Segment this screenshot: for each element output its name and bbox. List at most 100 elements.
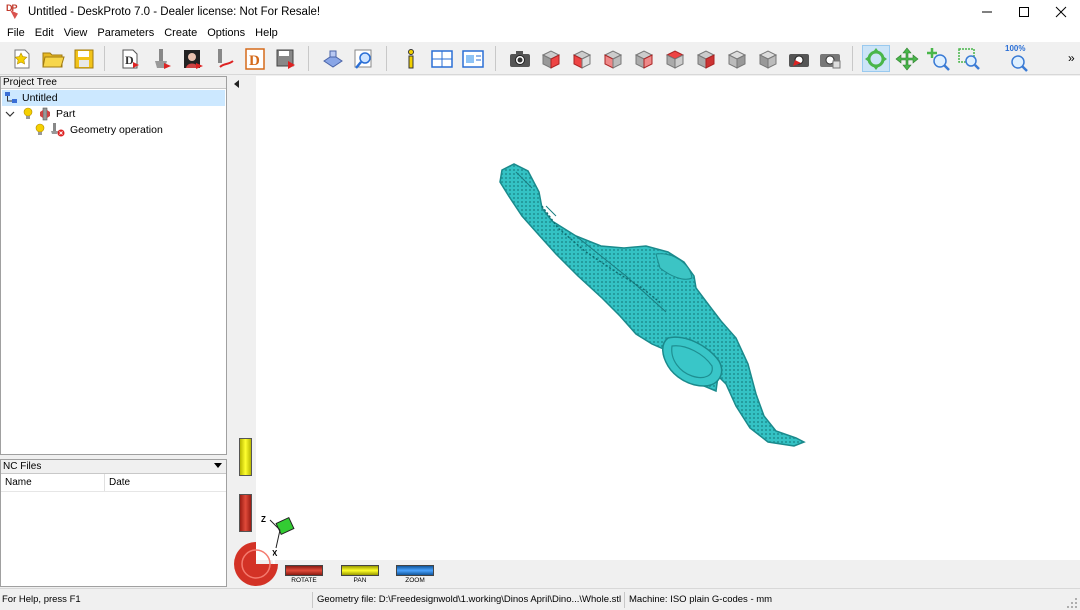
dxf-icon: D (245, 47, 265, 70)
maximize-button[interactable] (1005, 0, 1042, 24)
project-tree-icon (5, 92, 17, 103)
rotate-tool-button[interactable] (862, 45, 890, 72)
pan-slider[interactable] (239, 438, 252, 476)
rotate-tool-icon (865, 47, 887, 70)
view-top-button[interactable] (661, 45, 689, 72)
zoom-tool-icon (927, 47, 950, 71)
menu-create[interactable]: Create (159, 24, 202, 42)
dxf-button[interactable]: D (241, 45, 269, 72)
status-divider (624, 592, 625, 608)
column-header-date[interactable]: Date (105, 474, 130, 491)
collapse-chevron-icon[interactable] (5, 109, 15, 119)
tree-item-label: Part (56, 108, 76, 120)
toolbar-separator (852, 46, 853, 71)
lightbulb-icon[interactable] (35, 123, 45, 137)
view-right-button[interactable] (630, 45, 658, 72)
title-bar: DP Untitled - DeskProto 7.0 - Dealer lic… (0, 0, 1080, 24)
viewports-icon (462, 49, 484, 68)
tree-item-label: Untitled (22, 92, 58, 104)
toolbar-separator (495, 46, 496, 71)
maximize-icon (1018, 7, 1029, 17)
save-nc-button[interactable] (272, 45, 300, 72)
info-button[interactable] (397, 45, 425, 72)
tree-item-part[interactable]: Part (5, 106, 75, 122)
capture2-icon (820, 53, 841, 68)
snapshot-button[interactable] (506, 45, 534, 72)
resize-grip-icon[interactable] (1066, 597, 1078, 609)
zoom-100-label: 100% (1005, 44, 1026, 53)
preview-button[interactable] (350, 45, 378, 72)
close-icon (1055, 6, 1066, 18)
viewports-button[interactable] (459, 45, 487, 72)
view-front-button[interactable] (537, 45, 565, 72)
part-parameters-button[interactable]: D (117, 45, 145, 72)
new-project-icon (14, 49, 30, 68)
menu-file[interactable]: File (2, 24, 30, 42)
preview-icon (354, 49, 372, 69)
view-left-icon (603, 49, 623, 69)
snapshot-icon (510, 50, 530, 67)
tree-item-project[interactable]: Untitled (2, 90, 225, 106)
menu-parameters[interactable]: Parameters (92, 24, 159, 42)
zoom-tool-button[interactable] (924, 45, 952, 72)
view-iso2-button[interactable] (754, 45, 782, 72)
project-tree-panel: Project Tree Untitled Part Geometry oper… (0, 76, 227, 455)
menu-options[interactable]: Options (202, 24, 250, 42)
view-front-icon (541, 49, 561, 69)
view-bottom-button[interactable] (692, 45, 720, 72)
status-machine: Machine: ISO plain G-codes - mm (629, 594, 773, 605)
pan-tool-button[interactable] (893, 45, 921, 72)
view-iso-button[interactable] (723, 45, 751, 72)
window-title: Untitled - DeskProto 7.0 - Dealer licens… (28, 6, 321, 18)
tree-item-geometry-operation[interactable]: Geometry operation (35, 122, 163, 138)
toolbar-separator (104, 46, 105, 71)
rotate-dial[interactable] (234, 542, 278, 586)
menu-bar: File Edit View Parameters Create Options… (0, 24, 1080, 42)
capture2-button[interactable] (816, 45, 844, 72)
minimize-button[interactable] (968, 0, 1005, 24)
view-back-button[interactable] (568, 45, 596, 72)
operation-wizard-button[interactable] (148, 45, 176, 72)
layout-button[interactable] (428, 45, 456, 72)
new-project-button[interactable] (8, 45, 36, 72)
zoom-label: ZOOM (405, 577, 425, 584)
capture-button[interactable] (785, 45, 813, 72)
menu-view[interactable]: View (59, 24, 93, 42)
rotate-slider[interactable] (239, 494, 252, 532)
dinosaur-model[interactable] (256, 76, 1080, 560)
column-header-name[interactable]: Name (1, 474, 105, 491)
bitmap-button[interactable] (179, 45, 207, 72)
menu-help[interactable]: Help (250, 24, 283, 42)
save-project-button[interactable] (70, 45, 98, 72)
status-divider (312, 592, 313, 608)
chevron-down-icon[interactable] (214, 463, 222, 468)
nc-files-columns: Name Date (1, 474, 226, 492)
open-project-button[interactable] (39, 45, 67, 72)
zoom-control[interactable] (396, 565, 434, 576)
3d-viewport[interactable] (256, 76, 1080, 560)
rotate-control[interactable] (285, 565, 323, 576)
pan-tool-icon (895, 47, 919, 70)
rotate-label: ROTATE (291, 577, 317, 584)
zoom-window-button[interactable] (955, 45, 983, 72)
view-left-button[interactable] (599, 45, 627, 72)
open-project-icon (42, 52, 65, 67)
dinosaur-body (499, 163, 806, 447)
nc-files-panel: NC Files Name Date (0, 459, 227, 587)
toolbar-overflow-button[interactable]: » (1068, 51, 1075, 65)
view-right-icon (634, 49, 654, 69)
lightbulb-icon[interactable] (23, 107, 33, 121)
simulation-button[interactable] (319, 45, 347, 72)
vector-button[interactable] (210, 45, 238, 72)
capture-icon (789, 53, 809, 67)
menu-edit[interactable]: Edit (30, 24, 59, 42)
part-parameters-icon: D (122, 49, 139, 68)
collapse-panel-icon[interactable] (234, 80, 239, 88)
axis-z-label: Z (261, 515, 266, 524)
zoom-window-icon (958, 47, 980, 70)
zoom-100-button[interactable]: 100% (1004, 44, 1032, 72)
info-icon (408, 48, 414, 68)
close-button[interactable] (1042, 0, 1079, 24)
toolbar: D D 100% » (0, 42, 1080, 75)
pan-control[interactable] (341, 565, 379, 576)
